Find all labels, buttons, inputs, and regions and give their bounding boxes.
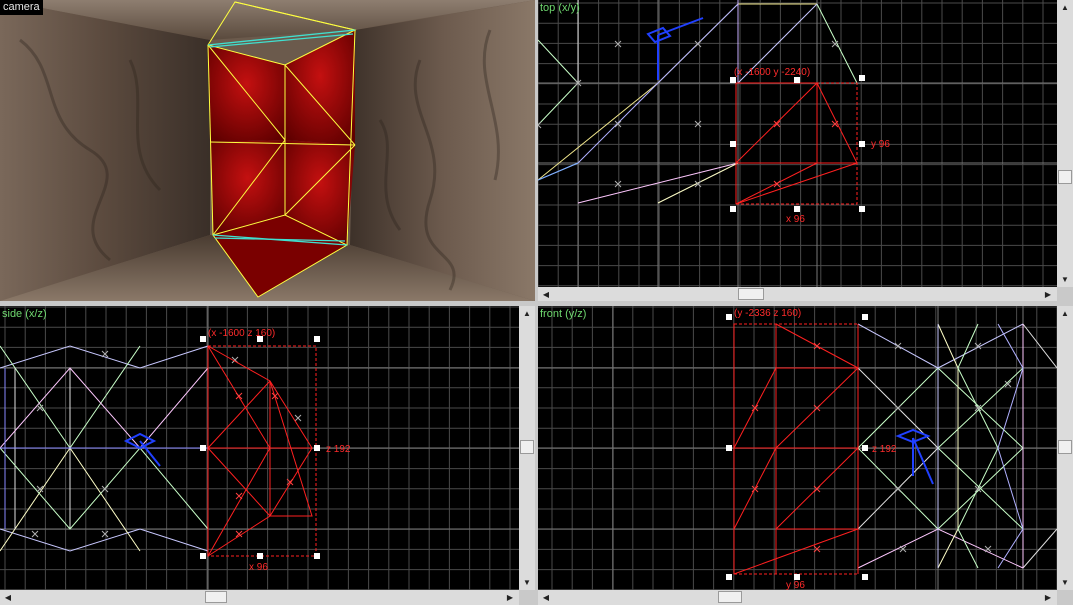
dimension-y-label: y 96 xyxy=(871,139,890,150)
selection-origin-label: (y -2336 z 160) xyxy=(734,308,802,319)
resize-handle[interactable] xyxy=(314,553,320,559)
resize-handle[interactable] xyxy=(862,574,868,580)
camera-position-icon xyxy=(123,432,161,467)
top-grid xyxy=(538,0,1057,287)
scroll-left-icon[interactable]: ◀ xyxy=(539,591,553,603)
top-horizontal-scrollbar[interactable]: ◀ ▶ xyxy=(538,287,1057,301)
scroll-right-icon[interactable]: ▶ xyxy=(503,591,517,603)
scroll-down-icon[interactable]: ▼ xyxy=(1058,576,1072,588)
viewport-title: top (x/y) xyxy=(540,2,580,14)
resize-handle[interactable] xyxy=(730,206,736,212)
scroll-thumb[interactable] xyxy=(1058,170,1072,184)
scroll-up-icon[interactable]: ▲ xyxy=(1058,307,1072,319)
scroll-thumb[interactable] xyxy=(718,591,742,603)
resize-handle[interactable] xyxy=(200,336,206,342)
scroll-up-icon[interactable]: ▲ xyxy=(1058,1,1072,13)
front-vertical-scrollbar[interactable]: ▲ ▼ xyxy=(1057,306,1073,590)
scroll-down-icon[interactable]: ▼ xyxy=(1058,273,1072,285)
resize-handle[interactable] xyxy=(730,77,736,83)
resize-handle[interactable] xyxy=(859,141,865,147)
viewport-title: side (x/z) xyxy=(2,308,47,320)
front-horizontal-scrollbar[interactable]: ◀ ▶ xyxy=(538,590,1057,605)
resize-handle[interactable] xyxy=(794,574,800,580)
side-horizontal-scrollbar[interactable]: ◀ ▶ xyxy=(0,590,519,605)
scroll-down-icon[interactable]: ▼ xyxy=(520,576,534,588)
scroll-right-icon[interactable]: ▶ xyxy=(1041,591,1055,603)
resize-handle[interactable] xyxy=(200,553,206,559)
resize-handle[interactable] xyxy=(257,553,263,559)
resize-handle[interactable] xyxy=(794,206,800,212)
scroll-thumb[interactable] xyxy=(738,288,764,300)
front-grid xyxy=(538,306,1057,590)
dimension-z-label: z 192 xyxy=(872,444,897,455)
resize-handle[interactable] xyxy=(257,336,263,342)
resize-handle[interactable] xyxy=(862,445,868,451)
viewport-title: camera xyxy=(0,0,43,15)
scroll-right-icon[interactable]: ▶ xyxy=(1041,288,1055,300)
side-grid xyxy=(0,306,519,590)
resize-handle[interactable] xyxy=(726,574,732,580)
side-viewport[interactable]: side (x/z) (x -1600 z 160) z 192 x 96 xyxy=(0,306,519,590)
dimension-x-label: x 96 xyxy=(249,562,268,573)
camera-scene xyxy=(0,0,535,301)
scroll-thumb[interactable] xyxy=(520,440,534,454)
resize-handle[interactable] xyxy=(314,336,320,342)
dimension-y-label: y 96 xyxy=(786,580,805,590)
resize-handle[interactable] xyxy=(794,77,800,83)
camera-position-icon xyxy=(646,17,704,80)
side-vertical-scrollbar[interactable]: ▲ ▼ xyxy=(519,306,535,590)
scroll-left-icon[interactable]: ◀ xyxy=(539,288,553,300)
viewport-title: front (y/z) xyxy=(540,308,587,320)
top-vertical-scrollbar[interactable]: ▲ ▼ xyxy=(1057,0,1073,287)
top-viewport[interactable]: top (x/y) (x -1600 y -2240) y 96 x 96 xyxy=(538,0,1057,287)
resize-handle[interactable] xyxy=(200,445,206,451)
scroll-thumb[interactable] xyxy=(205,591,227,603)
front-viewport[interactable]: front (y/z) (y -2336 z 160) z 192 y 96 xyxy=(538,306,1057,590)
selection-origin-label: (x -1600 z 160) xyxy=(208,328,276,339)
scroll-left-icon[interactable]: ◀ xyxy=(1,591,15,603)
resize-handle[interactable] xyxy=(730,141,736,147)
resize-handle[interactable] xyxy=(314,445,320,451)
scroll-up-icon[interactable]: ▲ xyxy=(520,307,534,319)
resize-handle[interactable] xyxy=(859,206,865,212)
resize-handle[interactable] xyxy=(726,314,732,320)
scroll-thumb[interactable] xyxy=(1058,440,1072,454)
resize-handle[interactable] xyxy=(862,314,868,320)
resize-handle[interactable] xyxy=(726,445,732,451)
camera-viewport[interactable]: camera xyxy=(0,0,535,301)
resize-handle[interactable] xyxy=(859,75,865,81)
dimension-x-label: x 96 xyxy=(786,214,805,225)
dimension-z-label: z 192 xyxy=(326,444,351,455)
